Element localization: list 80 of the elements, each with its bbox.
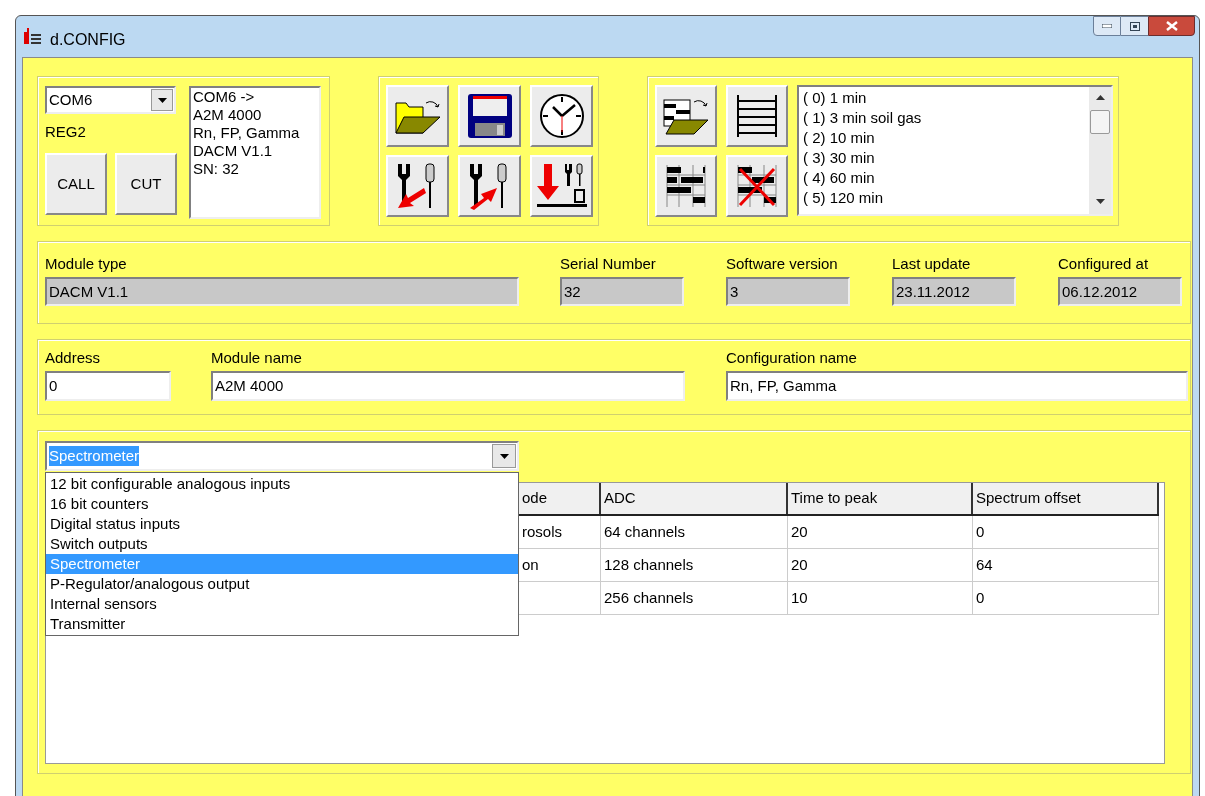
delete-table-button[interactable]	[726, 155, 788, 217]
field-label: Configuration name	[726, 348, 858, 368]
dropdown-option[interactable]: Internal sensors	[46, 594, 518, 614]
dropdown-option[interactable]: Switch outputs	[46, 534, 518, 554]
clock-button[interactable]	[530, 85, 593, 147]
scroll-down-icon[interactable]	[1095, 199, 1105, 204]
readonly-field: 3	[726, 277, 850, 306]
list-item[interactable]: ( 0) 1 min	[803, 88, 1089, 108]
dropdown-button[interactable]	[492, 444, 516, 468]
dropdown-option[interactable]: 12 bit configurable analogous inputs	[46, 474, 518, 494]
field-label: Module type	[45, 254, 128, 274]
maximize-icon	[1129, 21, 1140, 31]
maximize-button[interactable]	[1121, 16, 1148, 36]
reset-button[interactable]	[530, 155, 593, 217]
scrollbar-thumb[interactable]	[1090, 110, 1110, 134]
open-folder-button[interactable]	[386, 85, 449, 147]
dropdown-option[interactable]: 16 bit counters	[46, 494, 518, 514]
table-cell: 20	[788, 549, 973, 581]
down-arrow-tools-icon	[536, 162, 587, 210]
upload-config-button[interactable]	[458, 155, 521, 217]
table-cell: 0	[973, 582, 1159, 614]
download-config-button[interactable]	[386, 155, 449, 217]
selected-value: Spectrometer	[49, 446, 140, 466]
readonly-field: 06.12.2012	[1058, 277, 1182, 306]
crossed-table-icon	[734, 163, 780, 209]
dropdown-button[interactable]	[151, 89, 173, 111]
close-button[interactable]	[1148, 16, 1195, 36]
ladder-table-icon	[734, 93, 780, 139]
input-field[interactable]: A2M 4000	[211, 371, 685, 401]
field-label: Last update	[892, 254, 972, 274]
input-field[interactable]: 0	[45, 371, 171, 401]
app-logo-icon	[22, 28, 42, 46]
column-header[interactable]: Time to peak	[788, 483, 973, 514]
scroll-up-icon[interactable]	[1095, 95, 1105, 100]
caret-icon	[499, 453, 509, 459]
table-cell: 256 channels	[601, 582, 788, 614]
field-label: Serial Number	[560, 254, 657, 274]
column-header[interactable]: ode	[519, 483, 601, 514]
readonly-field: 23.11.2012	[892, 277, 1016, 306]
minimize-button[interactable]	[1093, 16, 1121, 36]
field-label: Module name	[211, 348, 303, 368]
empty-table-button[interactable]	[726, 85, 788, 147]
field-label: Configured at	[1058, 254, 1150, 274]
input-field[interactable]: Rn, FP, Gamma	[726, 371, 1188, 401]
interval-list[interactable]: ( 0) 1 min ( 1) 3 min soil gas ( 2) 10 min ( 3) 30 min ( 4) 60 min ( 5) 120 min	[797, 85, 1113, 216]
list-item[interactable]: ( 5) 120 min	[803, 188, 1089, 208]
connection-button[interactable]: CALL	[45, 153, 107, 215]
clock-icon	[538, 93, 585, 139]
dropdown-option[interactable]: Transmitter	[46, 614, 518, 634]
save-button[interactable]	[458, 85, 521, 147]
port-dropdown[interactable]: COM6	[45, 86, 176, 114]
window-title: d.CONFIG	[50, 30, 126, 50]
list-item[interactable]: ( 1) 3 min soil gas	[803, 108, 1089, 128]
dropdown-option[interactable]: P-Regulator/analogous output	[46, 574, 518, 594]
table-cell: 20	[788, 516, 973, 548]
table-cell: 64	[973, 549, 1159, 581]
table-cell: 128 channels	[601, 549, 788, 581]
dropdown-option[interactable]: Digital status inputs	[46, 514, 518, 534]
minimize-icon	[1102, 24, 1112, 28]
table-cell: 64 channels	[601, 516, 788, 548]
device-label: REG2	[45, 122, 87, 142]
table-cell: 10	[788, 582, 973, 614]
caret-icon	[157, 97, 167, 103]
readonly-field: DACM V1.1	[45, 277, 519, 306]
filled-table-icon	[663, 163, 709, 209]
field-label: Software version	[726, 254, 839, 274]
close-icon	[1165, 21, 1178, 31]
column-header[interactable]: ADC	[601, 483, 788, 514]
fill-table-button[interactable]	[655, 155, 717, 217]
list-item[interactable]: ( 3) 30 min	[803, 148, 1089, 168]
column-header[interactable]: Spectrum offset	[973, 483, 1159, 514]
load-table-button[interactable]	[655, 85, 717, 147]
scrollbar[interactable]	[1089, 87, 1111, 214]
connection-button[interactable]: CUT	[115, 153, 177, 215]
list-item[interactable]: ( 2) 10 min	[803, 128, 1089, 148]
readonly-field: 32	[560, 277, 684, 306]
connection-info-box: COM6 -> A2M 4000 Rn, FP, Gamma DACM V1.1 SN: 32	[189, 86, 321, 219]
table-cell: 0	[973, 516, 1159, 548]
field-label: Address	[45, 348, 102, 368]
list-item[interactable]: ( 4) 60 min	[803, 168, 1089, 188]
